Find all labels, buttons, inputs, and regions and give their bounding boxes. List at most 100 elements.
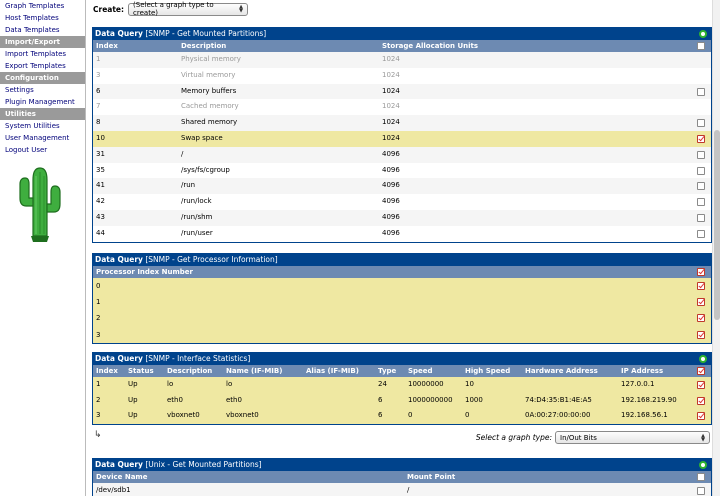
sidebar-item[interactable]: Export Templates [0, 60, 85, 72]
row-checkbox[interactable] [697, 198, 705, 207]
cell-index: 2 [96, 395, 101, 404]
table-header: Processor Index Number [93, 266, 711, 278]
col-header-mount-point: Mount Point [407, 473, 456, 481]
row-checkbox[interactable] [697, 412, 705, 421]
table-row[interactable]: 43/run/shm 4096 [93, 209, 711, 226]
vertical-scrollbar[interactable] [712, 0, 720, 496]
create-label: Create: [93, 4, 125, 14]
select-all-checkbox[interactable] [697, 42, 705, 50]
cell-ip-address: 192.168.56.1 [621, 411, 668, 420]
table-header: IP Address Hardware Address High Speed Spee… [93, 365, 711, 377]
sidebar-item[interactable]: User Management [0, 132, 85, 144]
cell-index: 43 [96, 212, 105, 221]
table-body: 1 Up lo lo 24 10000000 10 127.0.0.1 2 Up eth0 eth0 6… [93, 377, 711, 424]
cell-description: lo [167, 380, 174, 388]
row-checkbox[interactable] [697, 314, 705, 323]
row-checkbox[interactable] [697, 381, 705, 389]
table-row[interactable]: 2 [93, 310, 711, 327]
create-row: Create: (Select a graph type to create) … [93, 1, 249, 17]
sidebar-section-header: Configuration [0, 72, 85, 84]
table-row[interactable]: 0 [93, 278, 711, 295]
row-checkbox[interactable] [697, 229, 705, 238]
sidebar-item[interactable]: Graph Templates [0, 0, 85, 12]
table-row[interactable]: 3 Up vboxnet0 vboxnet0 6 0 0 0A:00:27:00:00:00 1… [93, 408, 711, 424]
table-body: /dev/sdb1 / [93, 483, 711, 496]
graph-type-select[interactable]: In/Out Bits ▲ ▼ [555, 431, 710, 444]
table-row[interactable]: /dev/sdb1 / [93, 483, 711, 496]
table-row[interactable]: 8 Shared memory 1024 [93, 115, 711, 131]
row-checkbox[interactable] [697, 213, 705, 222]
select-all-checkbox[interactable] [697, 473, 705, 481]
table-row[interactable]: 1 Physical memory 1024 [93, 52, 711, 68]
cell-units: 4096 [382, 149, 400, 158]
cell-units: 1024 [382, 102, 400, 111]
row-checkbox[interactable] [697, 166, 705, 175]
table-row[interactable]: 1 Up lo lo 24 10000000 10 127.0.0.1 [93, 377, 711, 393]
dq-title-prefix: Data Query [95, 354, 143, 363]
cell-index: 1 [96, 380, 101, 388]
sidebar-item[interactable]: Settings [0, 84, 85, 96]
cell-index: 31 [96, 149, 105, 158]
sidebar-item[interactable]: Plugin Management [0, 96, 85, 108]
sidebar-item[interactable]: Logout User [0, 144, 85, 156]
cell-name: eth0 [226, 395, 242, 404]
row-checkbox[interactable] [697, 134, 705, 143]
row-checkbox[interactable] [697, 182, 705, 191]
table-row[interactable]: 6 Memory buffers 1024 [93, 83, 711, 100]
cell-index: 1 [96, 55, 101, 63]
cell-speed: 0 [408, 411, 413, 420]
col-header-device-name: Device Name [96, 473, 148, 481]
dq-title-name: [SNMP - Interface Statistics] [145, 354, 251, 363]
sidebar-item[interactable]: System Utilities [0, 120, 85, 132]
table-row[interactable]: 3 [93, 326, 711, 343]
table-row[interactable]: 42/run/lock 4096 [93, 194, 711, 210]
table-body: 1 Physical memory 1024 3 Virtual memory 1024 6… [93, 52, 711, 242]
table-row[interactable]: 31 / 4096 [93, 146, 711, 163]
table-row[interactable]: 10 Swap space 1024 [93, 130, 711, 147]
table-row[interactable]: 7 Cached memory 1024 [93, 99, 711, 116]
cell-hardware-address: 0A:00:27:00:00:00 [525, 411, 591, 420]
table-row[interactable]: 41/run 4096 [93, 178, 711, 195]
cell-units: 4096 [382, 212, 400, 221]
row-checkbox[interactable] [697, 87, 705, 96]
row-checkbox[interactable] [697, 330, 705, 339]
cell-description: Swap space [181, 133, 223, 142]
cell-index: 42 [96, 197, 105, 206]
cell-units: 1024 [382, 133, 400, 142]
sidebar-item[interactable]: Data Templates [0, 24, 85, 36]
table-row[interactable]: 1 [93, 294, 711, 311]
cell-type: 24 [378, 380, 387, 388]
cell-description: Physical memory [181, 55, 241, 63]
row-checkbox[interactable] [697, 282, 705, 290]
col-header-alias: Alias (IF-MIB) [306, 367, 359, 375]
row-checkbox[interactable] [697, 487, 705, 495]
select-all-checkbox[interactable] [697, 367, 705, 375]
col-header-description: Description [181, 42, 227, 50]
table-row[interactable]: 3 Virtual memory 1024 [93, 67, 711, 84]
cell-description: Shared memory [181, 118, 238, 127]
table-row[interactable]: 35/sys/fs/cgroup 4096 [93, 162, 711, 179]
row-checkbox[interactable] [697, 119, 705, 128]
cell-description: /run/user [181, 228, 213, 237]
cell-description: Cached memory [181, 102, 239, 111]
cell-speed: 10000000 [408, 380, 444, 388]
cell-index: 35 [96, 165, 105, 174]
row-checkbox[interactable] [697, 150, 705, 159]
cell-index: 3 [96, 411, 101, 420]
graph-type-create-select[interactable]: (Select a graph type to create) ▲ ▼ [128, 1, 249, 17]
cell-units: 1024 [382, 70, 400, 79]
sidebar-item[interactable]: Host Templates [0, 12, 85, 24]
updown-arrows-icon: ▲ ▼ [701, 432, 705, 443]
cell-status: Up [128, 411, 138, 420]
dq-title-prefix: Data Query [95, 460, 143, 469]
scrollbar-thumb[interactable] [714, 130, 720, 320]
cell-index: 7 [96, 102, 101, 111]
row-checkbox[interactable] [697, 298, 705, 307]
table-row[interactable]: 44/run/user 4096 [93, 225, 711, 242]
cell-mount-point: / [407, 486, 410, 494]
table-row[interactable]: 2 Up eth0 eth0 6 1000000000 1000 74:D4:35:B1:4E… [93, 392, 711, 409]
select-all-checkbox[interactable] [697, 268, 705, 276]
row-checkbox[interactable] [697, 396, 705, 405]
sidebar-item[interactable]: Import Templates [0, 48, 85, 60]
cell-units: 4096 [382, 165, 400, 174]
